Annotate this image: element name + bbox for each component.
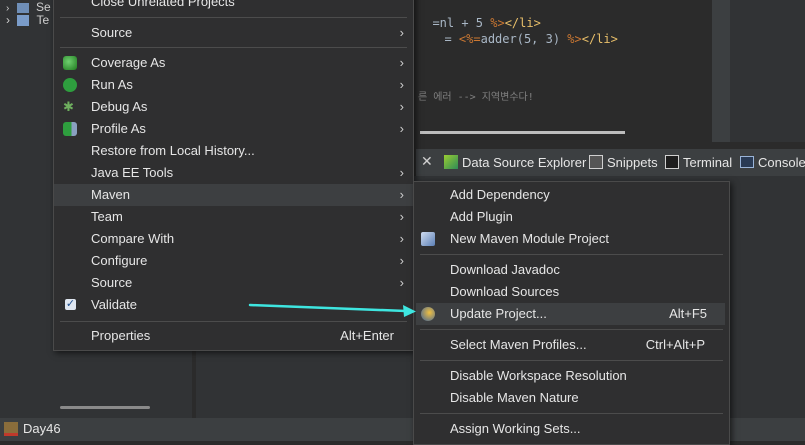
menu-item-compare-with[interactable]: Compare With › xyxy=(54,228,413,250)
snippets-icon xyxy=(589,155,603,169)
menu-item-add-dependency[interactable]: Add Dependency xyxy=(414,184,729,206)
project-icon xyxy=(17,15,30,27)
menu-item-configure[interactable]: Configure › xyxy=(54,250,413,272)
menu-accelerator: Alt+Enter xyxy=(340,328,394,343)
menu-separator xyxy=(420,360,723,361)
chevron-right-icon: › xyxy=(399,209,404,224)
checkmark-icon: ✓ xyxy=(65,298,76,310)
tree-row-label: Te xyxy=(36,13,50,27)
status-project[interactable]: Day46 xyxy=(4,421,61,436)
tab-snippets[interactable]: Snippets xyxy=(589,153,658,171)
chevron-right-icon: › xyxy=(399,25,404,40)
menu-item-java-ee-tools[interactable]: Java EE Tools › xyxy=(54,162,413,184)
chevron-right-icon: › xyxy=(399,77,404,92)
menu-item-download-javadoc[interactable]: Download Javadoc xyxy=(414,259,729,281)
code-comment: 른 에러 --> 지역변수다! xyxy=(418,92,534,103)
tab-console[interactable]: Console xyxy=(740,153,805,171)
chevron-right-icon: › xyxy=(399,99,404,114)
debug-icon: ✱ xyxy=(63,99,74,114)
menu-item-profile-as[interactable]: Profile As › xyxy=(54,118,413,140)
maven-submenu: Add Dependency Add Plugin New Maven Modu… xyxy=(413,181,730,445)
tab-data-source-explorer[interactable]: Data Source Explorer xyxy=(444,153,586,171)
maven-module-icon xyxy=(421,232,435,246)
menu-accelerator: Alt+F5 xyxy=(669,306,707,321)
menu-item-source-2[interactable]: Source › xyxy=(54,272,413,294)
menu-item-add-plugin[interactable]: Add Plugin xyxy=(414,206,729,228)
menu-item-download-sources[interactable]: Download Sources xyxy=(414,281,729,303)
chevron-right-icon: › xyxy=(399,231,404,246)
tab-label: Snippets xyxy=(607,154,658,170)
menu-item-run-as[interactable]: Run As › xyxy=(54,74,413,96)
tab-label: Terminal xyxy=(683,154,733,170)
annotation-arrow xyxy=(248,303,416,317)
status-project-label: Day46 xyxy=(23,421,61,436)
profile-icon xyxy=(63,122,77,136)
menu-item-restore-from-local-history[interactable]: Restore from Local History... xyxy=(54,140,413,162)
menu-item-team[interactable]: Team › xyxy=(54,206,413,228)
horizontal-scrollbar[interactable] xyxy=(60,406,150,409)
menu-item-close-unrelated-projects[interactable]: Close Unrelated Projects xyxy=(54,0,413,13)
run-icon xyxy=(63,78,77,92)
menu-item-new-maven-module-project[interactable]: New Maven Module Project xyxy=(414,228,729,250)
project-icon xyxy=(16,2,29,13)
menu-item-coverage-as[interactable]: Coverage As › xyxy=(54,52,413,74)
menu-item-update-project[interactable]: Update Project... Alt+F5 xyxy=(416,303,725,325)
menu-item-disable-workspace-resolution[interactable]: Disable Workspace Resolution xyxy=(414,365,729,387)
menu-separator xyxy=(420,413,723,414)
tab-label: Console xyxy=(758,154,805,170)
data-source-explorer-icon xyxy=(444,155,458,169)
console-icon xyxy=(740,156,754,168)
project-error-icon xyxy=(4,421,18,436)
code-line: = <%=adder(5, 3) %></li> xyxy=(444,32,618,46)
menu-item-debug-as[interactable]: ✱ Debug As › xyxy=(54,96,413,118)
chevron-right-icon: › xyxy=(399,55,404,70)
tree-row[interactable]: › Se xyxy=(6,0,51,14)
menu-item-disable-maven-nature[interactable]: Disable Maven Nature xyxy=(414,387,729,409)
menu-separator xyxy=(420,329,723,330)
menu-separator xyxy=(60,17,407,18)
tab-terminal[interactable]: Terminal xyxy=(665,153,732,171)
coverage-icon xyxy=(63,56,77,70)
menu-item-properties[interactable]: Properties Alt+Enter xyxy=(54,325,413,347)
tree-row-label: Se xyxy=(36,0,51,14)
chevron-right-icon: › xyxy=(399,165,404,180)
tree-row[interactable]: › Te xyxy=(6,13,49,27)
chevron-right-icon[interactable]: › xyxy=(6,13,10,27)
chevron-right-icon: › xyxy=(399,121,404,136)
close-icon[interactable]: ✕ xyxy=(421,153,433,170)
chevron-right-icon: › xyxy=(399,253,404,268)
menu-separator xyxy=(60,47,407,48)
chevron-right-icon: › xyxy=(399,275,404,290)
menu-item-source[interactable]: Source › xyxy=(54,22,413,44)
menu-separator xyxy=(420,254,723,255)
editor-scrollbar[interactable] xyxy=(420,131,625,134)
menu-item-select-maven-profiles[interactable]: Select Maven Profiles... Ctrl+Alt+P xyxy=(414,334,729,356)
chevron-right-icon: › xyxy=(399,187,404,202)
outline-panel xyxy=(730,0,805,142)
menu-item-maven[interactable]: Maven › xyxy=(54,184,413,206)
menu-accelerator: Ctrl+Alt+P xyxy=(645,337,705,352)
annotation-arrow-head xyxy=(403,305,416,317)
terminal-icon xyxy=(665,155,679,169)
tab-label: Data Source Explorer xyxy=(462,154,587,170)
annotation-arrow-shaft xyxy=(248,303,408,313)
menu-separator xyxy=(60,321,407,322)
menu-item-assign-working-sets[interactable]: Assign Working Sets... xyxy=(414,418,729,440)
update-project-icon xyxy=(421,307,435,321)
